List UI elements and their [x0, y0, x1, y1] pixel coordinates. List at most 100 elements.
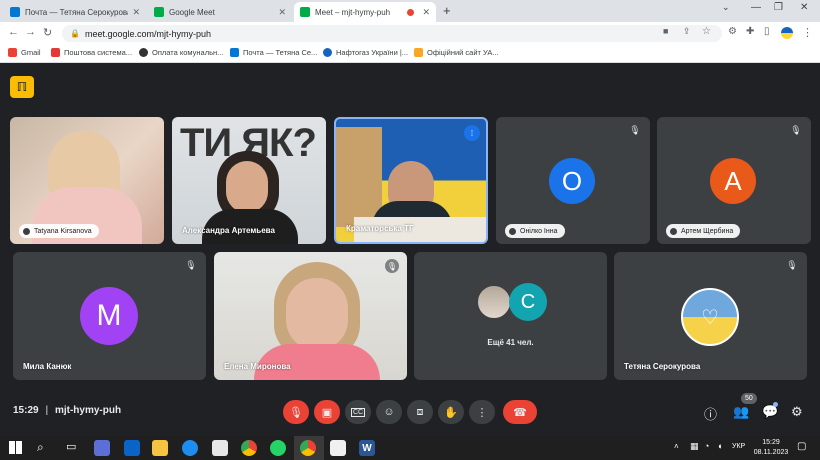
star-icon[interactable]: ☆	[702, 26, 711, 37]
bookmark-outlook[interactable]: Почта — Тетяна Се...	[230, 48, 317, 57]
tab-meet-call[interactable]: Meet – mjt-hymy-puh ✕	[294, 2, 436, 22]
close-icon[interactable]: ✕	[278, 7, 286, 18]
more-options-button[interactable]: ⋮	[469, 400, 495, 424]
profile-avatar[interactable]	[781, 27, 793, 39]
leave-call-button[interactable]: ☎	[503, 400, 537, 424]
forward-icon[interactable]: →	[25, 26, 36, 38]
tab-title: Meet – mjt-hymy-puh	[315, 7, 391, 17]
address-bar: ← → ↻ 🔒 meet.google.com/mjt-hymy-puh ■ ⇪…	[0, 22, 820, 44]
info-icon[interactable]: ⓘ	[704, 404, 717, 423]
gmail-icon	[8, 48, 17, 57]
new-tab-icon[interactable]: +	[443, 3, 451, 18]
heart-icon: ♡	[681, 288, 739, 346]
bookmark-icon	[323, 48, 332, 57]
bookmark-label: Офіційний сайт УА...	[427, 48, 499, 57]
bookmark-naftogaz[interactable]: Нафтогаз України |...	[323, 48, 408, 57]
raise-hand-button[interactable]: ✋	[438, 400, 464, 424]
reactions-button[interactable]: ☺	[376, 400, 402, 424]
participant-tile[interactable]: 🎙 А Артем Щербина	[657, 117, 811, 244]
avatar: С	[509, 283, 547, 321]
mic-icon	[509, 227, 516, 235]
bookmark-label: Поштова система...	[64, 48, 133, 57]
participant-name: Александра Артемьева	[182, 226, 275, 235]
app-icon[interactable]	[212, 440, 228, 456]
bookmark-label: Gmail	[21, 48, 41, 57]
search-icon[interactable]: ⌕	[37, 440, 44, 455]
participant-name: Краматорська ТГ	[346, 224, 414, 233]
url-text: meet.google.com/mjt-hymy-puh	[84, 28, 212, 39]
activities-icon[interactable]: ⚙	[791, 404, 803, 420]
extension-icon[interactable]: ⚙	[728, 26, 737, 37]
hand-icon: ✋	[444, 406, 458, 419]
mic-off-icon: 🎙	[786, 259, 798, 270]
close-icon[interactable]: ✕	[422, 7, 430, 18]
bookmark-utilities[interactable]: Оплата комунальн...	[139, 48, 223, 57]
file-explorer-icon[interactable]	[152, 440, 168, 456]
bookmark-official[interactable]: Офіційний сайт УА...	[414, 48, 499, 57]
participant-tile-active-speaker[interactable]: ⁞ Краматорська ТГ	[334, 117, 488, 244]
notifications-icon[interactable]: ▢	[797, 441, 806, 452]
bookmark-gmail[interactable]: Gmail	[8, 48, 41, 57]
chrome-icon[interactable]	[300, 440, 316, 456]
hang-up-icon: ☎	[513, 406, 527, 419]
share-icon[interactable]: ⇪	[683, 26, 691, 37]
people-count-badge: 50	[741, 393, 757, 404]
restore-icon[interactable]: ❐	[774, 2, 783, 13]
meet-logo-icon[interactable]: ℿ	[10, 76, 34, 98]
close-icon[interactable]: ✕	[132, 7, 140, 18]
participant-tile[interactable]: Tatyana Kirsanova	[10, 117, 164, 244]
clock-date: 08.11.2023	[753, 449, 789, 456]
participant-tile[interactable]: 🎙 О Онілко Інна	[496, 117, 650, 244]
chevron-down-icon[interactable]: ⌄	[722, 2, 730, 13]
taskbar: ⌕ ▭ W ˄ ▦ ◔ ◖ УКР 15:29 08.11.2023 ▢	[0, 436, 820, 460]
participant-tile[interactable]: ТИ ЯК? Александра Артемьева	[172, 117, 326, 244]
people-icon[interactable]: 👥	[733, 404, 749, 420]
more-vert-icon: ⋮	[476, 406, 488, 419]
reload-icon[interactable]: ↻	[43, 26, 52, 39]
camera-icon[interactable]: ■	[663, 26, 668, 36]
avatar: М	[80, 287, 138, 345]
chrome-icon[interactable]	[241, 440, 257, 456]
menu-icon[interactable]: ⋮	[802, 26, 813, 39]
chevron-up-icon[interactable]: ˄	[674, 442, 679, 451]
captions-button[interactable]: CC	[345, 400, 371, 424]
windows-start-icon[interactable]	[9, 441, 22, 454]
mic-toggle-button[interactable]: 🎙	[283, 400, 309, 424]
participant-tile[interactable]: 🎙 М Мила Канюк	[13, 252, 206, 380]
language-indicator[interactable]: УКР	[732, 443, 745, 450]
mic-off-icon: 🎙	[790, 124, 802, 135]
camera-toggle-button[interactable]: ▣	[314, 400, 340, 424]
store-icon[interactable]	[124, 440, 140, 456]
close-window-icon[interactable]: ✕	[800, 2, 808, 13]
back-icon[interactable]: ←	[8, 26, 19, 38]
puzzle-icon[interactable]: ✚	[746, 26, 754, 37]
bookmark-postal[interactable]: Поштова система...	[51, 48, 132, 57]
browser-tab-strip: Почта — Тетяна Серокурова – ✕ Google Mee…	[0, 0, 820, 22]
present-icon: ⧈	[416, 405, 424, 418]
edge-icon[interactable]	[182, 440, 198, 456]
participant-name: Онілко Інна	[505, 224, 565, 238]
whatsapp-icon[interactable]	[270, 440, 286, 456]
url-input[interactable]: 🔒 meet.google.com/mjt-hymy-puh	[62, 25, 722, 42]
present-button[interactable]: ⧈	[407, 400, 433, 424]
clock[interactable]: 15:29 08.11.2023	[753, 438, 789, 458]
word-icon[interactable]: W	[359, 440, 375, 456]
tab-google-meet[interactable]: Google Meet ✕	[148, 2, 292, 22]
others-tile[interactable]: С Ещё 41 чел.	[414, 252, 607, 380]
volume-icon[interactable]: ◖	[717, 441, 722, 451]
tab-mail[interactable]: Почта — Тетяна Серокурова – ✕	[4, 2, 146, 22]
clock-time: 15:29	[762, 439, 780, 446]
task-view-icon[interactable]: ▭	[66, 440, 76, 453]
captions-icon: CC	[350, 407, 366, 417]
paint-icon[interactable]	[330, 440, 346, 456]
mic-off-icon: 🎙	[185, 259, 197, 270]
avatar	[476, 284, 512, 320]
teams-icon[interactable]	[94, 440, 110, 456]
participant-tile[interactable]: 🎙 Елена Миронова	[214, 252, 407, 380]
wifi-icon[interactable]: ◔	[704, 441, 709, 451]
sidepanel-icon[interactable]: ▯	[764, 26, 770, 37]
network-icon[interactable]: ▦	[690, 441, 699, 452]
minimize-icon[interactable]: —	[751, 2, 761, 13]
emoji-icon: ☺	[383, 406, 395, 418]
participant-tile[interactable]: 🎙 ♡ Тетяна Серокурова	[614, 252, 807, 380]
